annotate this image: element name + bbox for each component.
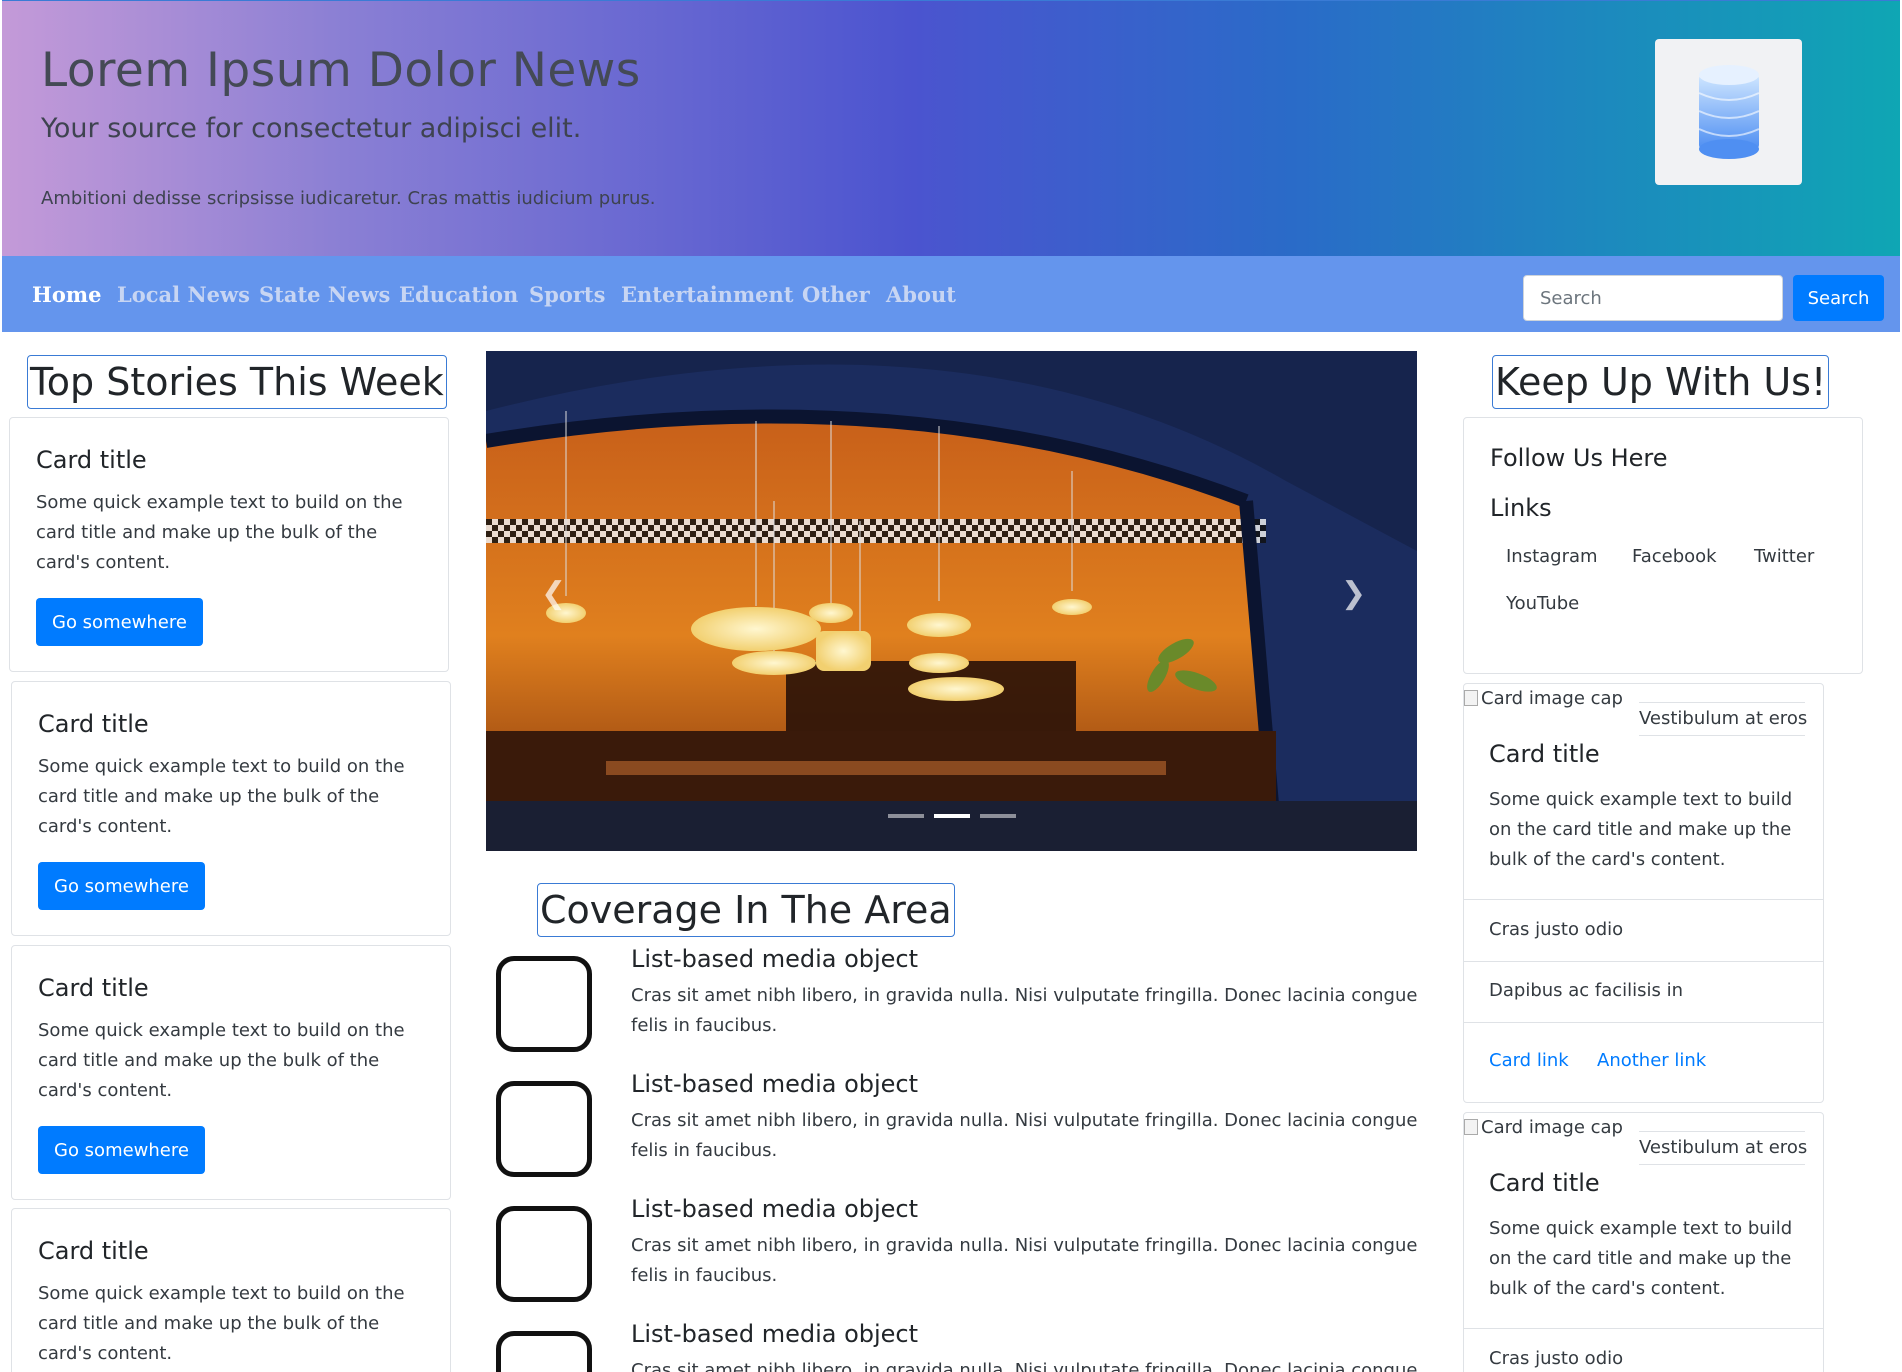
nav-link-entertainment[interactable]: Entertainment	[621, 282, 794, 307]
broken-image-icon	[1464, 1119, 1478, 1135]
card-text: Some quick example text to build on the …	[38, 756, 405, 837]
keep-up-heading: Keep Up With Us!	[1492, 355, 1830, 409]
search-button[interactable]: Search	[1793, 275, 1884, 321]
links-title: Links	[1490, 494, 1552, 522]
media-title: List-based media object	[631, 1320, 919, 1348]
nav-link-sports[interactable]: Sports	[529, 282, 605, 307]
top-stories-heading: Top Stories This Week	[27, 355, 447, 409]
media-thumbnail	[496, 1206, 592, 1302]
story-card: Card title Some quick example text to bu…	[11, 945, 451, 1200]
story-card: Card title Some quick example text to bu…	[9, 417, 449, 672]
follow-card: Follow Us Here Links Instagram Facebook …	[1463, 417, 1863, 674]
divider	[1639, 702, 1805, 703]
story-card: Card title Some quick example text to bu…	[11, 1208, 451, 1372]
media-thumbnail	[496, 1081, 592, 1177]
carousel-prev-icon[interactable]: ❮	[541, 576, 566, 611]
media-text: Cras sit amet nibh libero, in gravida nu…	[631, 985, 1418, 1036]
site-lead: Ambitioni dedisse scripsisse iudicaretur…	[41, 188, 656, 209]
nav-link-local-news[interactable]: Local News	[117, 282, 250, 307]
search-input[interactable]	[1523, 275, 1783, 321]
card-text: Some quick example text to build on the …	[36, 492, 403, 573]
card-title: Card title	[38, 710, 149, 738]
card-title: Card title	[1489, 1169, 1600, 1197]
media-text: Cras sit amet nibh libero, in gravida nu…	[631, 1235, 1418, 1286]
twitter-link[interactable]: Twitter	[1754, 546, 1814, 567]
restaurant-photo	[486, 351, 1417, 851]
card-title: Card title	[1489, 740, 1600, 768]
nav-link-other[interactable]: Other	[802, 282, 870, 307]
image-caption: Vestibulum at eros	[1639, 1137, 1808, 1158]
image-alt-text: Card image cap	[1481, 1117, 1623, 1138]
card-image-cap: Card image cap	[1464, 688, 1623, 709]
database-icon	[1698, 65, 1759, 159]
main-navbar: Home Local News State News Education Spo…	[2, 256, 1900, 332]
broken-image-icon	[1464, 690, 1478, 706]
go-somewhere-button[interactable]: Go somewhere	[36, 598, 203, 646]
follow-title: Follow Us Here	[1490, 444, 1668, 472]
media-text: Cras sit amet nibh libero, in gravida nu…	[631, 1360, 1418, 1372]
nav-link-about[interactable]: About	[886, 282, 956, 307]
card-link[interactable]: Card link	[1489, 1050, 1569, 1071]
nav-link-education[interactable]: Education	[399, 282, 518, 307]
logo	[1655, 39, 1802, 185]
card-text: Some quick example text to build on the …	[1489, 1218, 1793, 1299]
card-image-cap: Card image cap	[1464, 1117, 1623, 1138]
card-text: Some quick example text to build on the …	[38, 1020, 405, 1101]
site-subtitle: Your source for consectetur adipisci eli…	[41, 113, 582, 144]
another-link[interactable]: Another link	[1597, 1050, 1706, 1071]
card-title: Card title	[38, 974, 149, 1002]
carousel-next-icon[interactable]: ❯	[1341, 576, 1366, 611]
go-somewhere-button[interactable]: Go somewhere	[38, 862, 205, 910]
carousel-indicator[interactable]	[934, 814, 970, 818]
divider	[1464, 1022, 1823, 1023]
carousel-indicator[interactable]	[888, 814, 924, 818]
youtube-link[interactable]: YouTube	[1506, 593, 1579, 614]
image-alt-text: Card image cap	[1481, 688, 1623, 709]
carousel-indicator[interactable]	[980, 814, 1016, 818]
nav-link-home[interactable]: Home	[32, 282, 101, 307]
card-title: Card title	[38, 1237, 149, 1265]
card-text: Some quick example text to build on the …	[1489, 789, 1793, 870]
site-header: Lorem Ipsum Dolor News Your source for c…	[2, 0, 1900, 256]
carousel-indicators	[888, 814, 1018, 819]
instagram-link[interactable]: Instagram	[1506, 546, 1598, 567]
list-item: Cras justo odio	[1489, 1348, 1624, 1369]
image-caption: Vestibulum at eros	[1639, 708, 1808, 729]
media-title: List-based media object	[631, 1195, 919, 1223]
go-somewhere-button[interactable]: Go somewhere	[38, 1126, 205, 1174]
divider	[1639, 1164, 1805, 1165]
story-card: Card title Some quick example text to bu…	[11, 681, 451, 936]
card-text: Some quick example text to build on the …	[38, 1283, 405, 1364]
divider	[1464, 899, 1823, 900]
divider	[1639, 735, 1805, 736]
list-item: Dapibus ac facilisis in	[1489, 980, 1684, 1001]
media-thumbnail	[496, 1331, 592, 1372]
image-carousel[interactable]: ❮ ❯	[486, 351, 1417, 851]
media-title: List-based media object	[631, 1070, 919, 1098]
divider	[1464, 961, 1823, 962]
media-text: Cras sit amet nibh libero, in gravida nu…	[631, 1110, 1418, 1161]
facebook-link[interactable]: Facebook	[1632, 546, 1717, 567]
site-title: Lorem Ipsum Dolor News	[41, 43, 641, 98]
nav-link-state-news[interactable]: State News	[259, 282, 390, 307]
media-thumbnail	[496, 956, 592, 1052]
coverage-heading: Coverage In The Area	[537, 883, 955, 937]
divider	[1639, 1131, 1805, 1132]
media-title: List-based media object	[631, 945, 919, 973]
list-item: Cras justo odio	[1489, 919, 1624, 940]
divider	[1464, 1328, 1823, 1329]
card-title: Card title	[36, 446, 147, 474]
